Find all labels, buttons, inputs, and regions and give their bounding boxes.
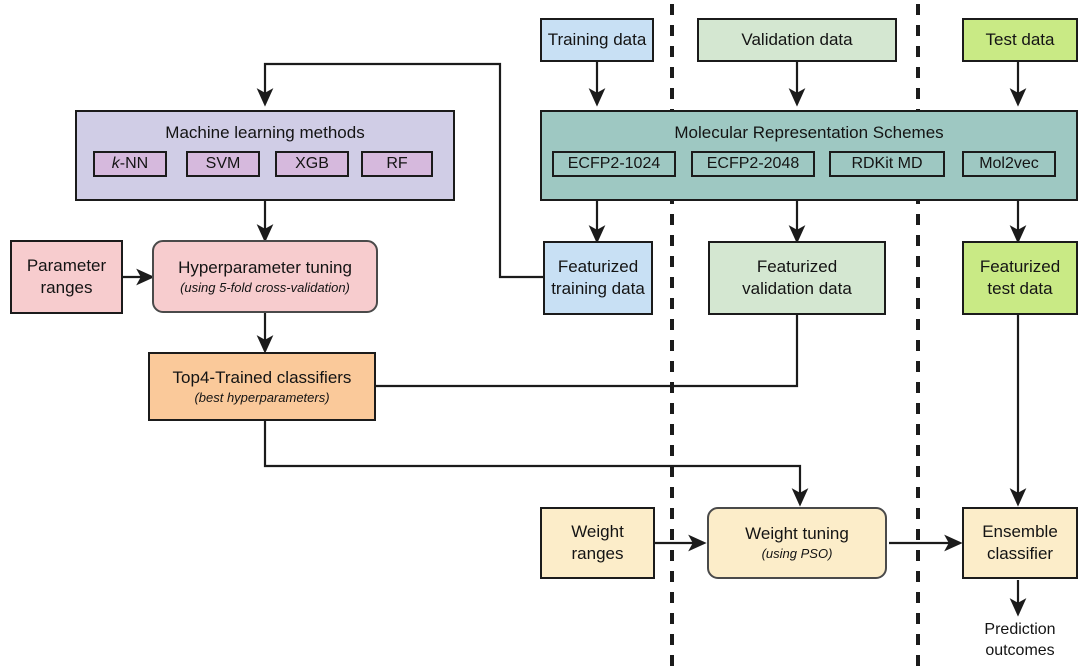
prediction-outcomes-line1: Prediction <box>984 621 1056 638</box>
node-featurized-test-data[interactable]: Featurized test data <box>962 241 1078 315</box>
featurized-training-line1: Featurized <box>557 257 639 277</box>
ensemble-classifier-line2: classifier <box>986 544 1054 563</box>
top4-trained-title: Top4-Trained classifiers <box>172 367 352 387</box>
arrow-top4-to-weight-tuning <box>263 421 809 507</box>
mrs-chip-rdkit-md[interactable]: RDKit MD <box>829 151 945 177</box>
ml-method-chip-svm[interactable]: SVM <box>186 151 260 177</box>
mrs-ecfp2-1024-label: ECFP2-1024 <box>567 155 661 172</box>
label-prediction-outcomes: Prediction outcomes <box>958 620 1080 662</box>
validation-data-label: Validation data <box>741 30 853 50</box>
hyperparameter-tuning-subtitle: (using 5-fold cross-validation) <box>180 279 350 295</box>
ml-method-knn-italic-k: k <box>111 155 120 172</box>
ml-method-knn-rest: -NN <box>119 155 149 172</box>
featurized-validation-line1: Featurized <box>756 257 838 277</box>
node-training-data[interactable]: Training data <box>540 18 654 62</box>
machine-learning-methods-title: Machine learning methods <box>165 123 365 142</box>
top4-trained-subtitle: (best hyperparameters) <box>194 389 330 405</box>
mrs-chip-mol2vec[interactable]: Mol2vec <box>962 151 1056 177</box>
ensemble-classifier-line1: Ensemble <box>982 522 1058 542</box>
flowchart-canvas: Machine learning methods k -NN SVM XGB RF… <box>0 0 1080 670</box>
arrow-featurized-validation-to-top4 <box>311 315 799 395</box>
weight-ranges-line1: Weight <box>571 522 624 542</box>
node-featurized-training-data[interactable]: Featurized training data <box>543 241 653 315</box>
parameter-ranges-line1: Parameter <box>26 256 107 276</box>
node-top4-trained-classifiers[interactable]: Top4-Trained classifiers (best hyperpara… <box>148 352 376 421</box>
node-parameter-ranges[interactable]: Parameter ranges <box>10 240 123 314</box>
training-data-label: Training data <box>547 30 647 50</box>
node-test-data[interactable]: Test data <box>962 18 1078 62</box>
node-weight-ranges[interactable]: Weight ranges <box>540 507 655 579</box>
ml-method-rf-label: RF <box>386 155 408 172</box>
parameter-ranges-line2: ranges <box>40 278 93 297</box>
mrs-mol2vec-label: Mol2vec <box>979 155 1039 172</box>
mrs-chip-ecfp2-2048[interactable]: ECFP2-2048 <box>691 151 815 177</box>
node-featurized-validation-data[interactable]: Featurized validation data <box>708 241 886 315</box>
featurized-training-line2: training data <box>551 279 645 298</box>
featurized-validation-line2: validation data <box>742 279 852 298</box>
weight-ranges-line2: ranges <box>571 544 624 563</box>
mrs-chip-ecfp2-1024[interactable]: ECFP2-1024 <box>552 151 676 177</box>
weight-tuning-subtitle: (using PSO) <box>761 546 833 562</box>
prediction-outcomes-line2: outcomes <box>985 641 1055 659</box>
weight-tuning-title: Weight tuning <box>745 524 849 544</box>
mrs-rdkit-md-label: RDKit MD <box>851 155 923 172</box>
test-data-label: Test data <box>985 30 1055 50</box>
ml-method-chip-knn[interactable]: k -NN <box>93 151 167 177</box>
node-weight-tuning[interactable]: Weight tuning (using PSO) <box>707 507 887 579</box>
ml-method-xgb-label: XGB <box>295 155 329 172</box>
ml-method-chip-xgb[interactable]: XGB <box>275 151 349 177</box>
mrs-ecfp2-2048-label: ECFP2-2048 <box>706 155 800 172</box>
node-hyperparameter-tuning[interactable]: Hyperparameter tuning (using 5-fold cros… <box>152 240 378 313</box>
hyperparameter-tuning-title: Hyperparameter tuning <box>178 257 352 277</box>
featurized-test-line1: Featurized <box>979 257 1061 277</box>
featurized-test-line2: test data <box>987 279 1053 298</box>
node-validation-data[interactable]: Validation data <box>697 18 897 62</box>
node-ensemble-classifier[interactable]: Ensemble classifier <box>962 507 1078 579</box>
ml-method-chip-rf[interactable]: RF <box>361 151 433 177</box>
molecular-representation-schemes-title: Molecular Representation Schemes <box>674 123 944 142</box>
ml-method-svm-label: SVM <box>205 155 241 172</box>
